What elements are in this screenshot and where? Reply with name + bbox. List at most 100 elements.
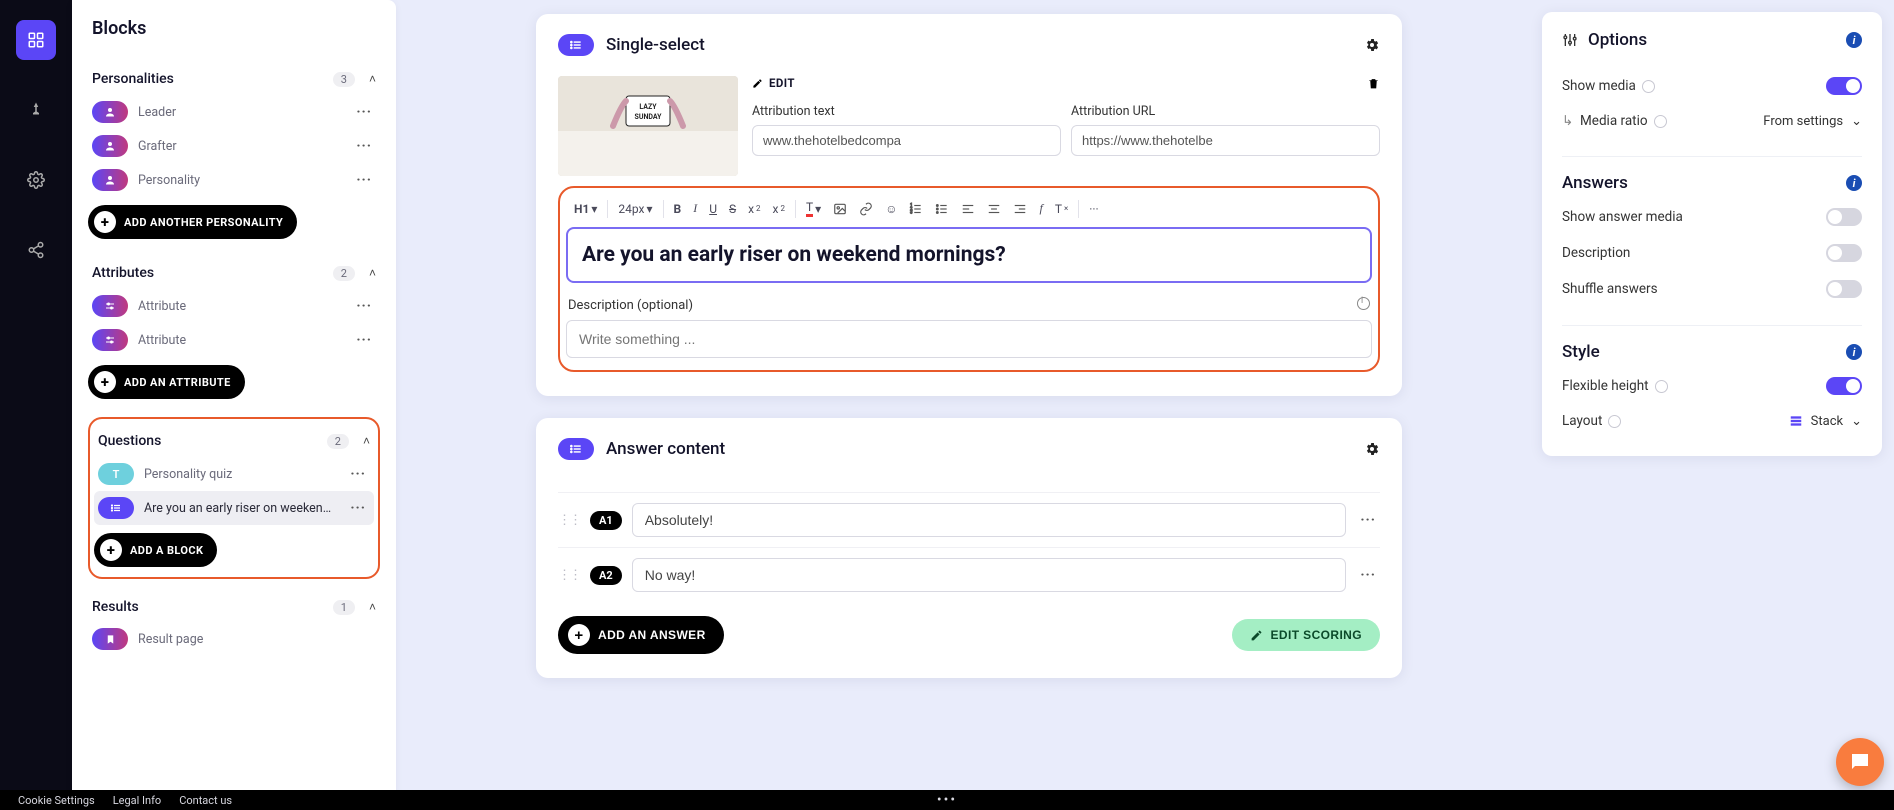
footer-drag-handle[interactable]: ••• [937,792,957,808]
drag-handle-icon[interactable]: ⋮⋮ [558,513,580,528]
tb-ol[interactable]: 123 [905,200,927,218]
attribute-item[interactable]: Attribute ··· [88,289,380,323]
answer-menu[interactable]: ··· [1356,563,1380,587]
attr-text-input[interactable] [752,125,1061,156]
show-answer-media-toggle[interactable] [1826,208,1862,226]
plus-icon: + [94,211,116,233]
tb-textcolor[interactable]: T▾ [802,198,825,219]
person-icon [92,101,128,123]
section-personalities-head[interactable]: Personalities 3 ˄ [88,63,380,95]
personality-item[interactable]: Grafter ··· [88,129,380,163]
result-item[interactable]: Result page [88,623,380,655]
add-block-button[interactable]: + ADD A BLOCK [94,533,217,567]
description-label: Description (optional) [568,298,693,313]
tb-align-center[interactable] [983,200,1005,218]
tb-subscript[interactable]: x2 [769,200,789,218]
item-menu[interactable]: ··· [346,462,370,486]
nav-blocks[interactable] [16,20,56,60]
hint-icon[interactable] [1608,415,1621,428]
attribute-item[interactable]: Attribute ··· [88,323,380,357]
results-count: 1 [333,600,355,615]
hint-icon[interactable] [1654,115,1667,128]
nav-settings[interactable] [16,160,56,200]
footer-contact[interactable]: Contact us [179,794,232,807]
answer-row: ⋮⋮ A1 ··· [558,492,1380,547]
item-menu[interactable]: ··· [352,168,376,192]
delete-media-button[interactable] [1367,77,1380,90]
add-attribute-button[interactable]: + ADD AN ATTRIBUTE [88,365,245,399]
add-personality-button[interactable]: + ADD ANOTHER PERSONALITY [88,205,297,239]
tb-strike[interactable]: S [725,200,740,218]
question-item[interactable]: T Personality quiz ··· [94,457,374,491]
personality-item[interactable]: Personality ··· [88,163,380,197]
tb-align-right[interactable] [1009,200,1031,218]
edit-scoring-button[interactable]: EDIT SCORING [1232,619,1380,651]
flex-height-toggle[interactable] [1826,377,1862,395]
tb-emoji[interactable]: ☺ [881,200,901,218]
sliders-icon [92,295,128,317]
card-settings[interactable] [1364,37,1380,53]
item-menu[interactable]: ··· [352,294,376,318]
show-media-toggle[interactable] [1826,77,1862,95]
tb-underline[interactable]: U [705,200,721,218]
answer-badge: A1 [590,511,622,530]
question-text-input[interactable]: Are you an early riser on weekend mornin… [566,227,1372,283]
item-menu[interactable]: ··· [346,496,370,520]
question-item-selected[interactable]: Are you an early riser on weekend ... ··… [94,491,374,525]
tb-heading[interactable]: H1▾ [570,200,601,218]
grid-icon [27,31,45,49]
description-toggle[interactable] [1826,244,1862,262]
tb-italic[interactable]: I [689,199,701,218]
media-thumbnail[interactable]: LAZY SUNDAY [558,76,738,176]
tb-link[interactable] [855,200,877,218]
edit-label: EDIT [769,76,795,90]
answer-menu[interactable]: ··· [1356,508,1380,532]
layout-label: Layout [1562,413,1602,429]
answer-input[interactable] [632,503,1347,537]
hint-icon[interactable] [1655,380,1668,393]
add-answer-button[interactable]: + ADD AN ANSWER [558,616,724,654]
person-icon [92,135,128,157]
single-select-card: Single-select LAZY SUNDAY [536,14,1402,396]
chat-bubble[interactable] [1836,738,1884,786]
item-menu[interactable]: ··· [352,328,376,352]
item-menu[interactable]: ··· [352,134,376,158]
answer-card-settings[interactable] [1364,441,1380,457]
question-label: Are you an early riser on weekend ... [144,501,336,516]
text-icon: T [98,463,134,485]
item-menu[interactable]: ··· [352,100,376,124]
tb-image[interactable] [829,200,851,218]
personality-item[interactable]: Leader ··· [88,95,380,129]
section-results-head[interactable]: Results 1 ˄ [88,591,380,623]
tb-clear[interactable]: T× [1051,200,1072,218]
info-icon[interactable]: i [1846,32,1862,48]
tb-align-left[interactable] [957,200,979,218]
plus-icon: + [94,371,116,393]
shuffle-label: Shuffle answers [1562,281,1658,297]
tb-fx[interactable]: f [1035,199,1046,218]
edit-media-button[interactable]: EDIT [752,76,795,90]
media-ratio-select[interactable]: From settings ⌄ [1763,114,1862,129]
section-attributes-head[interactable]: Attributes 2 ˄ [88,257,380,289]
description-info[interactable]: i [1357,297,1370,314]
drag-handle-icon[interactable]: ⋮⋮ [558,568,580,583]
nav-share[interactable] [16,230,56,270]
tb-superscript[interactable]: x2 [744,200,764,218]
info-icon[interactable]: i [1846,175,1862,191]
layout-select[interactable]: Stack ⌄ [1789,414,1862,429]
answer-input[interactable] [632,558,1347,592]
media-ratio-label: Media ratio [1580,113,1648,129]
footer-cookie[interactable]: Cookie Settings [18,794,95,807]
shuffle-toggle[interactable] [1826,280,1862,298]
section-questions-head[interactable]: Questions 2 ˄ [94,425,374,457]
description-input[interactable] [566,320,1372,358]
tb-bold[interactable]: B [670,200,686,218]
tb-fontsize[interactable]: 24px▾ [614,200,656,218]
tb-ul[interactable] [931,200,953,218]
tb-more[interactable]: ··· [1085,200,1102,218]
hint-icon[interactable] [1642,80,1655,93]
footer-legal[interactable]: Legal Info [113,794,162,807]
nav-design[interactable] [16,90,56,130]
attr-url-input[interactable] [1071,125,1380,156]
info-icon[interactable]: i [1846,344,1862,360]
